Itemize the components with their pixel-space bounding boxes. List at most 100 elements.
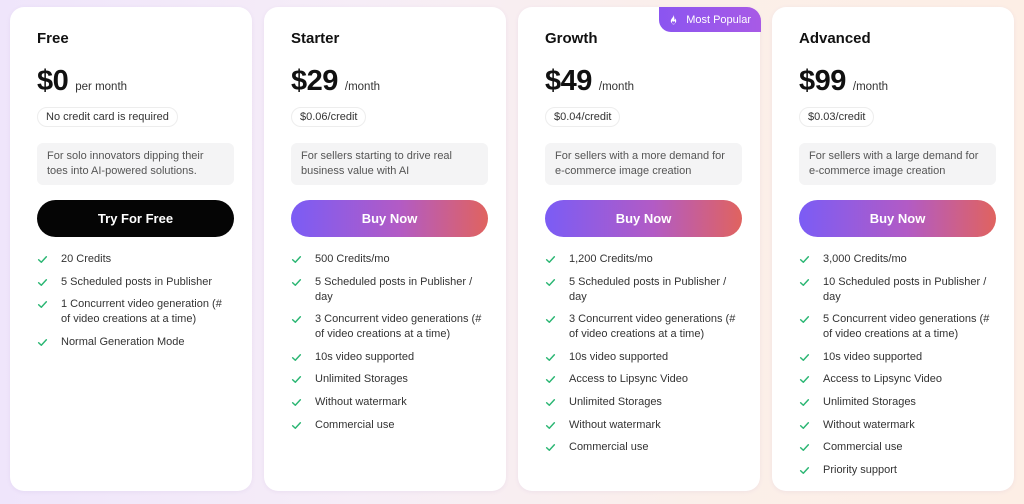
check-icon (799, 312, 817, 327)
try-for-free-button[interactable]: Try For Free (37, 200, 234, 237)
buy-now-button-advanced[interactable]: Buy Now (799, 200, 996, 237)
buy-now-button-starter[interactable]: Buy Now (291, 200, 488, 237)
feature-item: 1,200 Credits/mo (545, 252, 742, 267)
check-icon (799, 395, 817, 410)
plan-card-growth: Most Popular Growth $49 /month $0.04/cre… (518, 7, 761, 491)
check-icon (799, 252, 817, 267)
credit-tag: $0.06/credit (291, 107, 367, 127)
feature-item: Normal Generation Mode (37, 335, 234, 350)
feature-label: 5 Scheduled posts in Publisher (61, 275, 213, 288)
feature-label: Unlimited Storages (315, 373, 408, 386)
feature-item: Without watermark (799, 418, 996, 433)
feature-item: Unlimited Storages (799, 395, 996, 410)
feature-label: 500 Credits/mo (315, 253, 390, 265)
feature-item: 500 Credits/mo (291, 252, 488, 267)
credit-tag: No credit card is required (37, 107, 178, 127)
plan-period: /month (344, 81, 381, 93)
feature-label: Access to Lipsync Video (569, 373, 689, 386)
check-icon (799, 418, 817, 433)
feature-label: 10 Scheduled posts in Publisher / day (823, 275, 987, 303)
feature-list: 20 Credits 5 Scheduled posts in Publisher… (37, 252, 234, 357)
check-icon (545, 350, 563, 365)
check-icon (37, 275, 55, 290)
check-icon (545, 395, 563, 410)
feature-item: Commercial use (799, 440, 996, 455)
check-icon (545, 275, 563, 290)
plan-card-free: Free $0 per month No credit card is requ… (10, 7, 252, 491)
feature-label: Unlimited Storages (823, 395, 916, 408)
buy-now-button-growth[interactable]: Buy Now (545, 200, 742, 237)
price-row: $0 per month (37, 65, 127, 98)
check-icon (291, 418, 309, 433)
feature-item: 3,000 Credits/mo (799, 252, 996, 267)
feature-item: Access to Lipsync Video (545, 372, 742, 387)
check-icon (291, 350, 309, 365)
feature-item: 20 Credits (37, 252, 234, 267)
plan-price: $49 (545, 65, 592, 97)
check-icon (545, 418, 563, 433)
check-icon (37, 297, 55, 312)
plan-price: $0 (37, 65, 69, 97)
credit-tag: $0.04/credit (545, 107, 621, 127)
plan-period: /month (598, 81, 635, 93)
check-icon (799, 463, 817, 478)
feature-label: Priority support (823, 463, 897, 476)
feature-label: 1 Concurrent video generation (# of vide… (61, 298, 222, 326)
plan-name: Starter (291, 30, 340, 47)
plan-name: Growth (545, 30, 598, 47)
badge-label: Most Popular (686, 13, 751, 26)
feature-label: 3 Concurrent video generations (# of vid… (315, 313, 482, 341)
feature-item: 5 Scheduled posts in Publisher (37, 275, 234, 290)
feature-label: Commercial use (569, 441, 649, 454)
plan-name: Free (37, 30, 69, 47)
feature-item: 5 Concurrent video generations (# of vid… (799, 312, 996, 342)
feature-item: Unlimited Storages (291, 372, 488, 387)
check-icon (545, 372, 563, 387)
feature-item: 5 Scheduled posts in Publisher / day (291, 275, 488, 305)
feature-item: Commercial use (291, 418, 488, 433)
check-icon (799, 350, 817, 365)
feature-item: Commercial use (545, 440, 742, 455)
feature-label: Without watermark (569, 418, 661, 431)
feature-label: 20 Credits (61, 253, 112, 265)
feature-item: Unlimited Storages (545, 395, 742, 410)
check-icon (545, 440, 563, 455)
feature-list: 500 Credits/mo 5 Scheduled posts in Publi… (291, 252, 488, 440)
check-icon (37, 335, 55, 350)
plan-price: $29 (291, 65, 338, 97)
feature-label: 10s video supported (823, 350, 923, 363)
plan-price: $99 (799, 65, 846, 97)
plan-period: per month (75, 81, 128, 93)
feature-item: 1 Concurrent video generation (# of vide… (37, 297, 234, 327)
feature-label: Commercial use (823, 441, 903, 454)
feature-label: 5 Scheduled posts in Publisher / day (569, 275, 727, 303)
plan-card-starter: Starter $29 /month $0.06/credit For sell… (264, 7, 506, 491)
check-icon (545, 312, 563, 327)
check-icon (799, 440, 817, 455)
check-icon (799, 275, 817, 290)
plan-card-advanced: Advanced $99 /month $0.03/credit For sel… (772, 7, 1014, 491)
plan-description: For sellers starting to drive real busin… (291, 143, 488, 185)
feature-list: 1,200 Credits/mo 5 Scheduled posts in Pub… (545, 252, 742, 463)
plan-description: For solo innovators dipping their toes i… (37, 143, 234, 185)
feature-label: Normal Generation Mode (61, 335, 185, 348)
feature-label: 3 Concurrent video generations (# of vid… (569, 313, 736, 341)
feature-label: Commercial use (315, 418, 395, 431)
feature-label: Without watermark (315, 395, 407, 408)
feature-item: 10s video supported (291, 350, 488, 365)
check-icon (291, 312, 309, 327)
feature-item: 10s video supported (545, 350, 742, 365)
feature-list: 3,000 Credits/mo 10 Scheduled posts in Pu… (799, 252, 996, 485)
check-icon (291, 372, 309, 387)
check-icon (291, 275, 309, 290)
plan-description: For sellers with a large demand for e-co… (799, 143, 996, 185)
feature-item: 3 Concurrent video generations (# of vid… (545, 312, 742, 342)
plan-description: For sellers with a more demand for e-com… (545, 143, 742, 185)
feature-label: 1,200 Credits/mo (569, 253, 653, 265)
plan-period: /month (852, 81, 889, 93)
feature-item: 5 Scheduled posts in Publisher / day (545, 275, 742, 305)
feature-item: 10s video supported (799, 350, 996, 365)
flame-icon (667, 13, 680, 26)
feature-item: 10 Scheduled posts in Publisher / day (799, 275, 996, 305)
feature-item: Access to Lipsync Video (799, 372, 996, 387)
